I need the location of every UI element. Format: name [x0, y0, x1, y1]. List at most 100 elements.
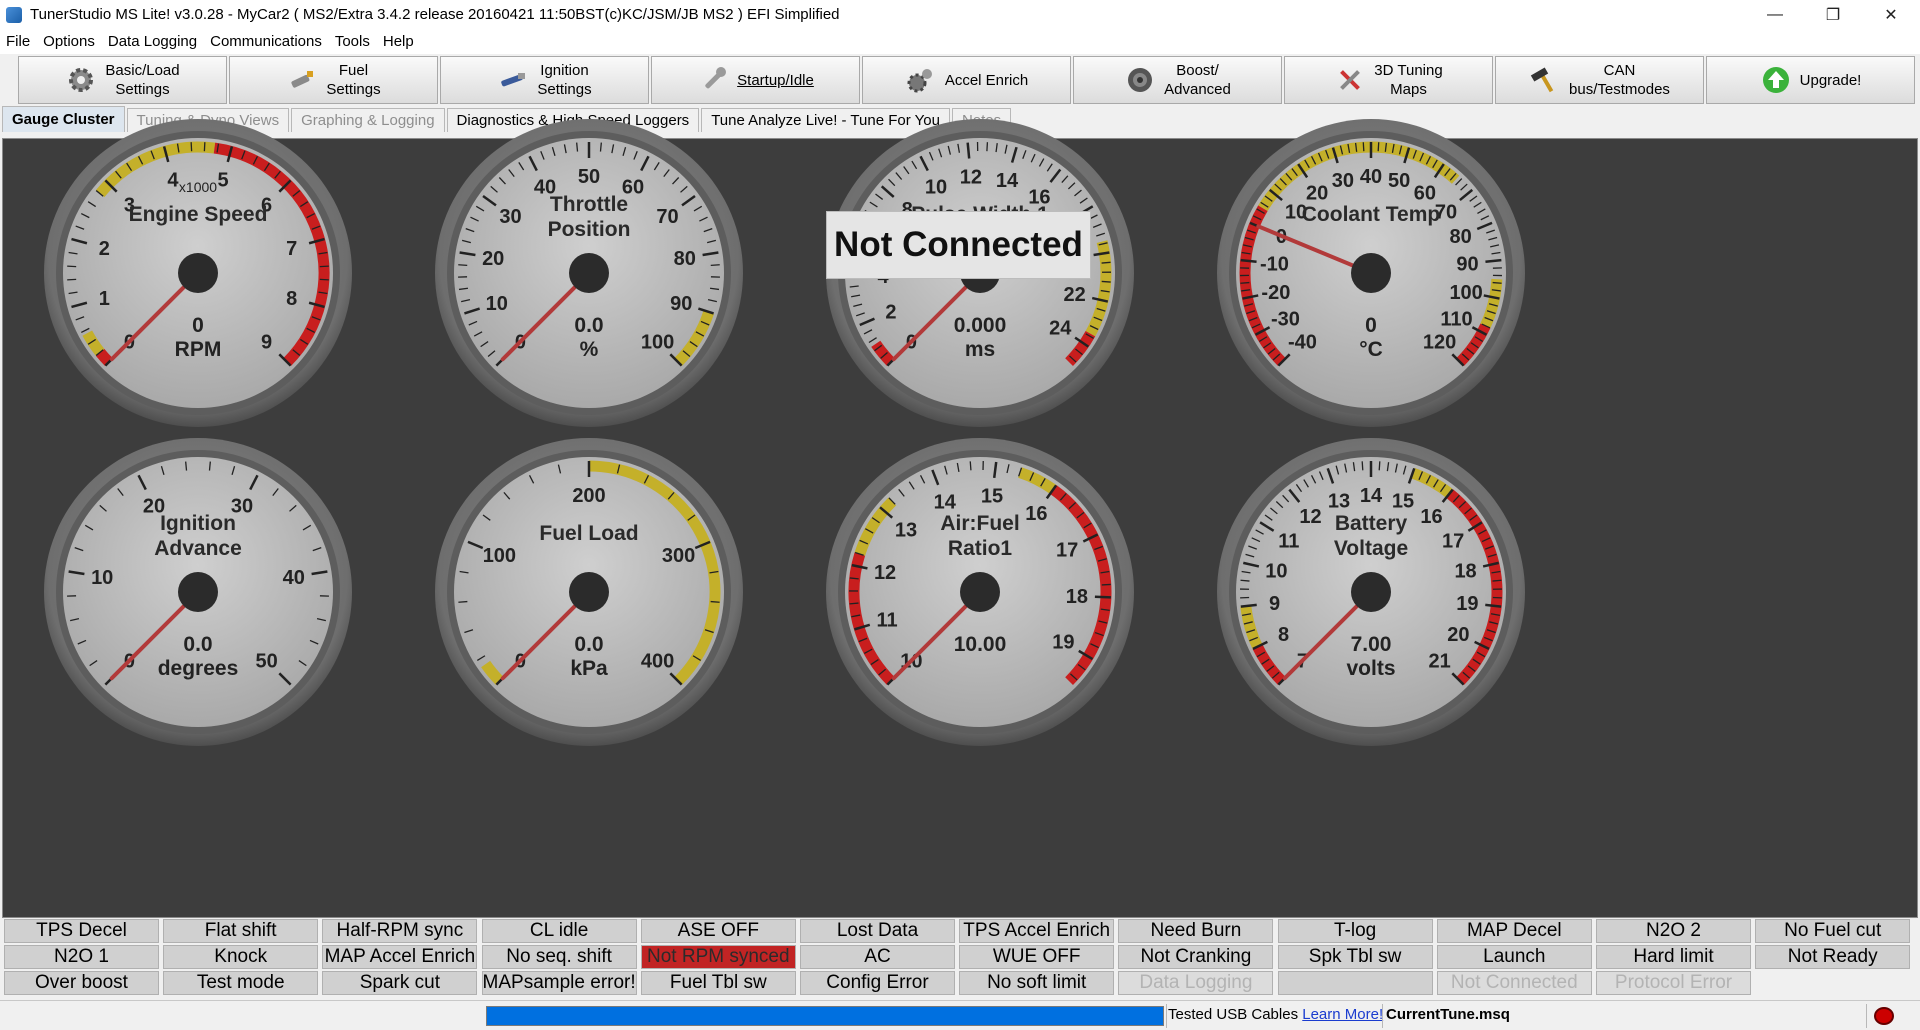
indicator-launch: Launch	[1436, 945, 1592, 969]
tab-graphing-logging[interactable]: Graphing & Logging	[291, 108, 445, 132]
indicator-spk-tbl-sw: Spk Tbl sw	[1277, 945, 1433, 969]
gauge-units: RPM	[175, 338, 222, 361]
minor-tick	[1362, 142, 1365, 152]
wrench-icon	[697, 64, 729, 96]
indicator-data-logging: Data Logging	[1118, 971, 1274, 995]
indicator-empty	[1277, 971, 1433, 995]
minor-tick	[1377, 142, 1380, 152]
close-button[interactable]: ✕	[1862, 0, 1920, 29]
menu-communications[interactable]: Communications	[210, 33, 322, 50]
menu-help[interactable]: Help	[383, 33, 414, 50]
gauge-tick-label: 2	[885, 302, 896, 324]
gauge-tick-label: 100	[641, 332, 674, 354]
indicator-n2o-2: N2O 2	[1596, 919, 1751, 943]
menu-data-logging[interactable]: Data Logging	[108, 33, 197, 50]
minor-tick	[1492, 281, 1502, 284]
gauge-tick-label: 18	[1066, 586, 1088, 608]
gauge-units: kPa	[570, 657, 608, 680]
gauge-tick-label: 80	[1449, 226, 1471, 248]
gauge-tick-label: -10	[1260, 253, 1289, 275]
indicator-protocol-error: Protocol Error	[1596, 971, 1751, 995]
indicator-cl-idle: CL idle	[481, 919, 637, 943]
gauge-tick-label: 19	[1052, 632, 1074, 654]
gauge-hub	[1351, 572, 1391, 612]
gauge-tick-label: 16	[1025, 503, 1047, 525]
gauge-tick-label: 13	[895, 519, 917, 541]
minor-tick	[1240, 281, 1250, 284]
main-toolbar: Basic/Load Settings Fuel Settings Ignition Se…	[18, 56, 1920, 106]
gauge-units: °C	[1359, 338, 1383, 361]
toolbar-button-3d-tuning[interactable]: 3D Tuning Maps	[1284, 56, 1493, 104]
minor-tick	[599, 142, 602, 152]
toolbar-button-accel-enrich[interactable]: Accel Enrich	[862, 56, 1071, 104]
menu-bar: File Options Data Logging Communications…	[0, 29, 1920, 54]
indicator-map-decel: MAP Decel	[1436, 919, 1592, 943]
gauge-hub	[569, 253, 609, 293]
major-tick	[1240, 603, 1257, 608]
gauge-tick-label: 20	[1306, 182, 1328, 204]
learn-more-link[interactable]: Learn More!	[1302, 1006, 1383, 1023]
menu-tools[interactable]: Tools	[335, 33, 370, 50]
indicator-no-soft-limit: No soft limit	[959, 971, 1115, 995]
gauge-tick-label: 14	[1360, 485, 1383, 507]
minor-tick	[969, 461, 972, 471]
indicator-knock: Knock	[163, 945, 319, 969]
gauge-tick-label: 90	[1456, 253, 1478, 275]
hammer-icon	[1529, 64, 1561, 96]
gauge-tick-label: 15	[981, 486, 1003, 508]
tab-tune-analyze-live-tune-for-you[interactable]: Tune Analyze Live! - Tune For You	[701, 108, 950, 132]
minor-tick	[1101, 583, 1111, 586]
indicator-hard-limit: Hard limit	[1596, 945, 1751, 969]
tools-icon	[1334, 64, 1366, 96]
gauge-battery-voltage: 789101112131415161718192021BatteryVoltag…	[1217, 438, 1525, 746]
gauge-coolant-temp: -40-30-20-100102030405060708090100110120…	[1217, 119, 1525, 427]
major-tick	[1485, 603, 1502, 608]
indicator-wue-off: WUE OFF	[959, 945, 1115, 969]
menu-options[interactable]: Options	[43, 33, 95, 50]
minimize-button[interactable]: —	[1746, 0, 1804, 29]
gauge-units: ms	[965, 338, 995, 361]
menu-file[interactable]: File	[6, 33, 30, 50]
gauge-tick-label: 8	[1278, 624, 1289, 646]
toolbar-button-boost[interactable]: Boost/Advanced	[1073, 56, 1282, 104]
toolbar-button-label: Startup/Idle	[737, 71, 814, 89]
gauge-tick-label: 20	[1447, 624, 1469, 646]
status-bar: Tested USB Cables Learn More! CurrentTun…	[0, 1000, 1920, 1030]
progress-bar	[486, 1006, 1164, 1026]
gauge-tick-label: 10	[486, 293, 508, 315]
toolbar-button-label: Fuel Settings	[326, 62, 381, 98]
toolbar-button-startup-idle[interactable]: Startup/Idle	[651, 56, 860, 104]
tab-gauge-cluster[interactable]: Gauge Cluster	[2, 106, 125, 132]
gauge-tick-label: 90	[670, 293, 692, 315]
gauge-tick-label: 12	[874, 562, 896, 584]
indicator-no-seq-shift: No seq. shift	[481, 945, 637, 969]
gauge-tick-label: 18	[1454, 560, 1476, 582]
gauge-tick-label: 21	[1428, 651, 1450, 673]
toolbar-button-upgrade[interactable]: Upgrade!	[1706, 56, 1915, 104]
title-bar: TunerStudio MS Lite! v3.0.28 - MyCar2 ( …	[0, 0, 1920, 29]
toolbar-button-label: Ignition Settings	[537, 62, 592, 98]
gauge-tick-label: 16	[1420, 506, 1442, 528]
toolbar-button-fuel[interactable]: Fuel Settings	[229, 56, 438, 104]
app-icon	[6, 6, 22, 23]
upgrade-arrow-icon	[1760, 64, 1792, 96]
gears-icon	[905, 64, 937, 96]
gauge-value: 7.00	[1351, 633, 1392, 656]
toolbar-button-ignition[interactable]: Ignition Settings	[440, 56, 649, 104]
toolbar-button-label: Boost/Advanced	[1164, 62, 1231, 98]
indicator-flat-shift: Flat shift	[163, 919, 319, 943]
gauge-tick-label: 30	[1332, 170, 1354, 192]
maximize-button[interactable]: ❐	[1804, 0, 1862, 29]
major-tick	[1240, 258, 1257, 263]
gauge-tick-label: 15	[1392, 490, 1414, 512]
minor-tick	[1101, 261, 1111, 264]
gauge-value: 0.0	[574, 314, 603, 337]
gauge-tick-label: 4	[167, 169, 179, 191]
toolbar-button-basic-load[interactable]: Basic/Load Settings	[18, 56, 227, 104]
toolbar-button-can[interactable]: CAN bus/Testmodes	[1495, 56, 1704, 104]
gauge-value: 0.0	[183, 633, 212, 656]
indicator-not-ready: Not Ready	[1755, 945, 1911, 969]
indicator-tps-accel-enrich: TPS Accel Enrich	[959, 919, 1115, 943]
indicator-config-error: Config Error	[800, 971, 955, 995]
gauge-tick-label: 20	[482, 248, 504, 270]
